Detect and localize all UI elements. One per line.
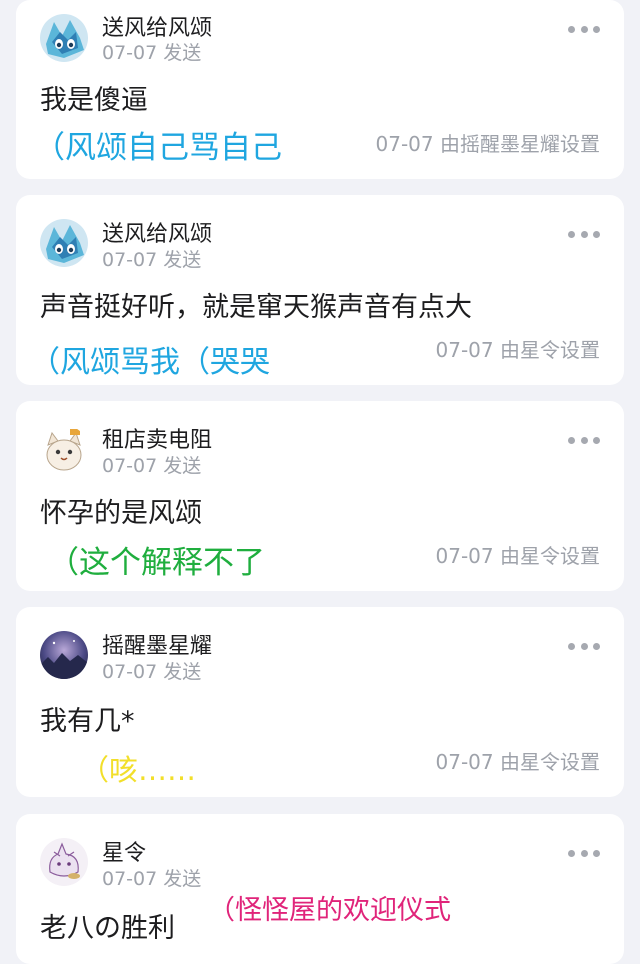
post-card[interactable]: 租店卖电阻 07-07 发送 怀孕的是风颂 （这个解释不了 07-07 由星令设…	[16, 401, 624, 591]
annotation-note: （怪怪屋的欢迎仪式	[208, 895, 451, 926]
post-time: 07-07 发送	[102, 661, 202, 683]
setter-info: 07-07 由星令设置	[435, 544, 600, 568]
post-content: 怀孕的是风颂	[40, 498, 202, 529]
post-time: 07-07 发送	[102, 455, 202, 477]
night-scene-avatar-icon	[40, 631, 88, 679]
post-time: 07-07 发送	[102, 249, 202, 271]
post-card[interactable]: 摇醒墨星耀 07-07 发送 我有几* （咳…… 07-07 由星令设置	[16, 607, 624, 797]
post-content: 老八の胜利	[40, 913, 175, 944]
cat-avatar-icon	[40, 425, 88, 473]
annotation-note: （风颂自己骂自己	[34, 130, 282, 166]
avatar[interactable]	[40, 425, 88, 473]
more-options-icon[interactable]	[568, 433, 600, 447]
more-options-icon[interactable]	[568, 846, 600, 860]
post-card[interactable]: 星令 07-07 发送 老八の胜利 （怪怪屋的欢迎仪式	[16, 814, 624, 964]
avatar[interactable]	[40, 631, 88, 679]
username[interactable]: 摇醒墨星耀	[102, 628, 212, 660]
more-options-icon[interactable]	[568, 22, 600, 36]
avatar[interactable]	[40, 219, 88, 267]
more-options-icon[interactable]	[568, 639, 600, 653]
post-card[interactable]: 送风给风颂 07-07 发送 声音挺好听，就是窜天猴声音有点大 （风颂骂我（哭哭…	[16, 195, 624, 385]
avatar[interactable]	[40, 14, 88, 62]
avatar[interactable]	[40, 838, 88, 886]
post-content: 我是傻逼	[40, 85, 148, 116]
post-content: 我有几*	[40, 706, 135, 737]
more-options-icon[interactable]	[568, 227, 600, 241]
username[interactable]: 送风给风颂	[102, 216, 212, 248]
username[interactable]: 星令	[102, 835, 146, 867]
username[interactable]: 租店卖电阻	[102, 422, 212, 454]
ice-creature-avatar-icon	[40, 14, 88, 62]
annotation-note: （风颂骂我（哭哭	[30, 345, 270, 380]
annotation-note: （这个解释不了	[48, 545, 265, 581]
post-card[interactable]: 送风给风颂 07-07 发送 我是傻逼 （风颂自己骂自己 07-07 由摇醒墨星…	[16, 0, 624, 179]
post-time: 07-07 发送	[102, 42, 202, 64]
setter-info: 07-07 由星令设置	[435, 750, 600, 774]
annotation-note: （咳……	[80, 753, 197, 787]
setter-info: 07-07 由星令设置	[435, 338, 600, 362]
post-time: 07-07 发送	[102, 868, 202, 890]
setter-info: 07-07 由摇醒墨星耀设置	[375, 132, 600, 156]
ice-creature-avatar-icon	[40, 219, 88, 267]
post-content: 声音挺好听，就是窜天猴声音有点大	[40, 292, 472, 323]
sketch-creature-avatar-icon	[40, 838, 88, 886]
